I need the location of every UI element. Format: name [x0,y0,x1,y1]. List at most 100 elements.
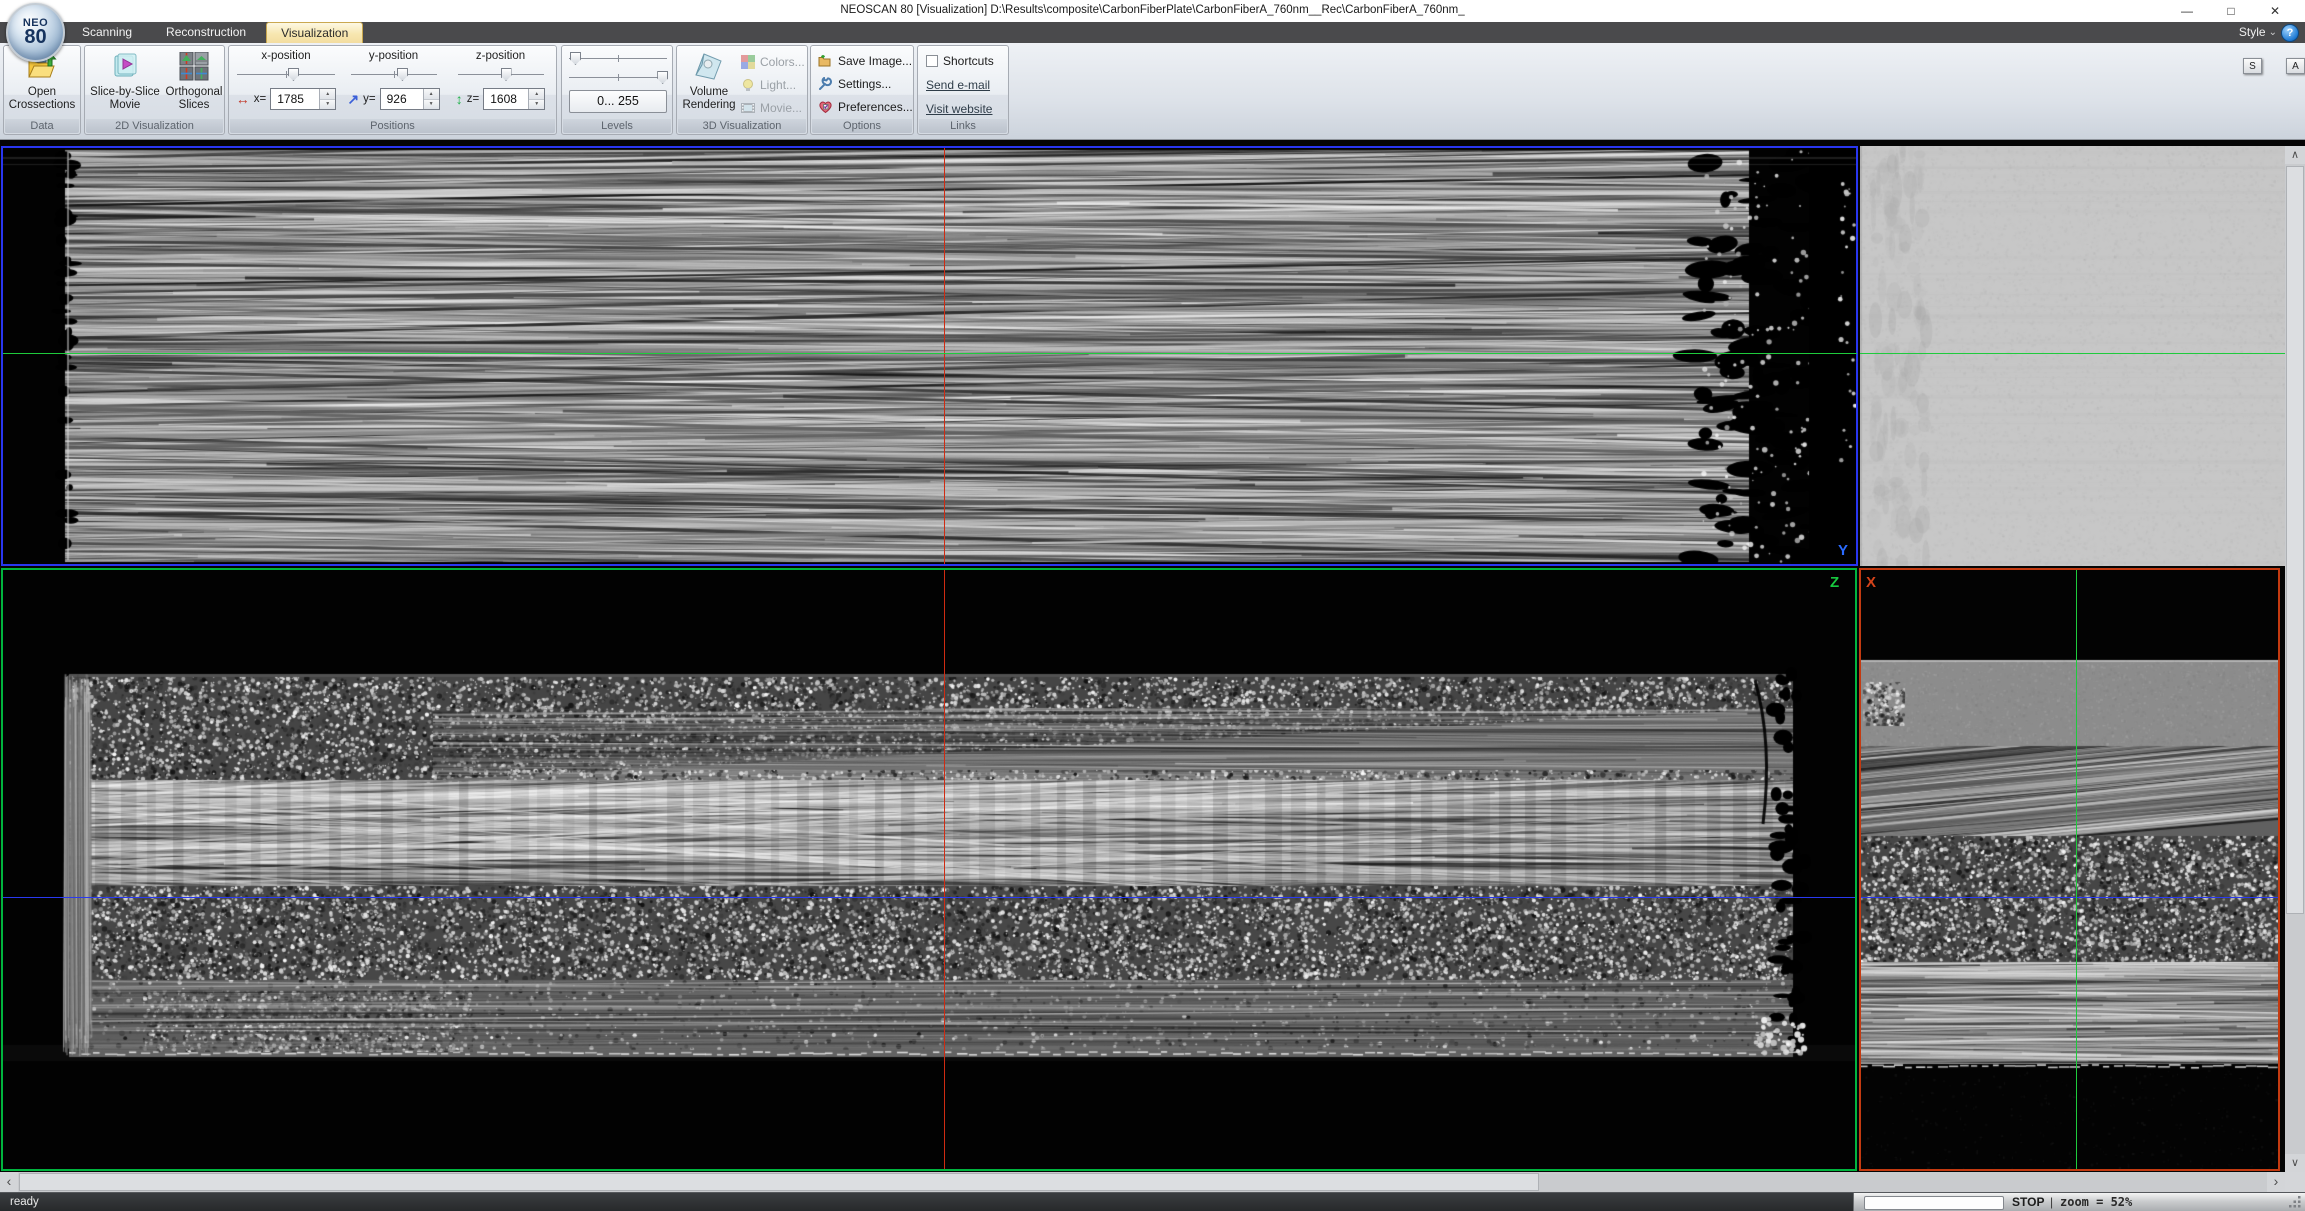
app-logo[interactable]: NEO 80 [6,3,65,62]
x-position-slider[interactable] [237,66,335,82]
horizontal-scrollbar[interactable]: ‹ › [0,1172,2285,1192]
vertical-scroll-thumb[interactable] [2286,166,2304,914]
x-view-canvas[interactable] [1861,570,2278,1169]
group-caption-positions: Positions [230,119,555,133]
tab-scanning[interactable]: Scanning [68,22,146,43]
slice-panel-z [1,568,1857,1171]
x-position-title: x-position [261,50,310,62]
style-menu[interactable]: Style ⌄ [2239,25,2277,39]
status-separator: | [2050,1195,2053,1209]
x-slider-handle[interactable] [288,68,299,81]
horizontal-scroll-thumb[interactable] [19,1173,1539,1191]
ribbon-group-levels: 0... 255 Levels [561,45,673,135]
resize-grip[interactable] [2289,1196,2302,1209]
movie-icon [741,101,755,115]
settings-wrench-icon [818,77,833,91]
logo-text-80: 80 [24,28,46,47]
level-low-slider[interactable] [569,50,667,66]
y-slider-handle[interactable] [397,68,408,81]
x-position-input[interactable]: 1785 ▲ ▼ [270,88,336,110]
shortcuts-toggle[interactable]: Shortcuts [926,51,994,71]
panel-label-y: Y [1838,542,1848,559]
chevron-down-icon: ⌄ [2269,27,2277,38]
save-image-button[interactable]: Save Image... [818,51,913,71]
level-high-handle[interactable] [657,71,668,84]
colors-button[interactable]: Colors... [741,52,805,72]
scroll-down-icon[interactable]: ∨ [2285,1154,2305,1172]
preferences-button[interactable]: Preferences... [818,97,913,117]
visit-website-link[interactable]: Visit website [926,99,994,119]
z-position-value[interactable]: 1608 [484,89,528,109]
group-caption-data: Data [5,119,79,133]
z-position-input[interactable]: 1608 ▲ ▼ [483,88,545,110]
group-caption-options: Options [812,119,912,133]
y-position-input[interactable]: 926 ▲ ▼ [380,88,440,110]
y-view-canvas[interactable] [3,148,1856,564]
status-right-section: STOP | zoom = 52% [1853,1193,2305,1211]
z-position-steppers[interactable]: ▲ ▼ [528,89,544,109]
preferences-icon [818,100,833,114]
group-caption-links: Links [919,119,1007,133]
ribbon-group-positions: x-position ↔ x= 1785 ▲ ▼ [228,45,557,135]
crosshair-z-blue-left[interactable] [3,897,1855,898]
ribbon-group-options: Save Image... Settings... Preferences... [810,45,914,135]
x-position-value[interactable]: 1785 [271,89,319,109]
help-icon[interactable]: ? [2281,24,2299,42]
slice-movie-icon [108,51,142,83]
tab-reconstruction[interactable]: Reconstruction [152,22,260,43]
volume-rendering-button[interactable]: VolumeRendering [679,49,739,117]
scroll-up-icon[interactable]: ∧ [2285,146,2305,164]
crosshair-y-green-aux[interactable] [1860,353,2285,354]
y-position-steppers[interactable]: ▲ ▼ [423,89,439,109]
y-position-value[interactable]: 926 [381,89,423,109]
z-position-title: z-position [476,50,525,62]
scroll-right-icon[interactable]: › [2267,1172,2285,1192]
scroll-left-icon[interactable]: ‹ [0,1172,18,1192]
close-button[interactable]: ✕ [2253,0,2297,22]
orthogonal-slices-button[interactable]: OrthogonalSlices [163,49,225,117]
crosshair-g-green-vertical[interactable] [2076,570,2077,1169]
orthogonal-slices-icon [177,51,211,83]
y-axis-icon: ↗ [347,92,359,106]
group-caption-levels: Levels [563,119,671,133]
stop-button[interactable]: STOP [2012,1195,2044,1209]
y-position-slider[interactable] [351,66,437,82]
y-spin-down-icon: ▼ [424,99,439,110]
movie-button[interactable]: Movie... [741,98,805,118]
tab-visualization[interactable]: Visualization [266,22,363,43]
crosshair-y-green-top[interactable] [3,353,1857,354]
slice-panel-x [1859,568,2280,1171]
panel-label-x: X [1866,574,1876,591]
title-bar: NEOSCAN 80 [Visualization] D:\Results\co… [0,0,2305,23]
shortcuts-checkbox[interactable] [926,55,938,67]
crosshair-x-red-top[interactable] [944,148,945,564]
send-email-link[interactable]: Send e-mail [926,75,994,95]
light-button[interactable]: Light... [741,75,805,95]
aux-view-canvas[interactable] [1860,146,2285,566]
level-high-slider[interactable] [569,69,667,85]
minimize-button[interactable]: — [2165,0,2209,22]
aux-panel-top-right [1860,146,2285,566]
ribbon-group-2d-visualization: Slice-by-SliceMovie [84,45,225,135]
crosshair-x-red-bottom[interactable] [944,570,945,1169]
settings-button[interactable]: Settings... [818,74,913,94]
z-slider-handle[interactable] [501,68,512,81]
x-position-steppers[interactable]: ▲ ▼ [319,89,335,109]
group-caption-2d-visualization: 2D Visualization [86,119,223,133]
z-view-canvas[interactable] [3,570,1855,1169]
status-bar: ready STOP | zoom = 52% [0,1192,2305,1211]
level-low-handle[interactable] [570,52,581,65]
z-position-slider[interactable] [458,66,544,82]
volume-rendering-icon [692,51,726,83]
level-range-button[interactable]: 0... 255 [569,90,667,113]
z-position-control: z-position ↕ z= 1608 ▲ ▼ [449,49,552,117]
ribbon-group-links: Shortcuts Send e-mail Visit website Link… [917,45,1009,135]
crosshair-z-blue-right[interactable] [1861,897,2278,898]
slice-by-slice-movie-button[interactable]: Slice-by-SliceMovie [87,49,163,117]
maximize-button[interactable]: □ [2209,0,2253,22]
vertical-scrollbar[interactable]: ∧ ∨ [2285,146,2305,1172]
neoscan-window: NEOSCAN 80 [Visualization] D:\Results\co… [0,0,2305,1211]
x-position-control: x-position ↔ x= 1785 ▲ ▼ [233,49,339,117]
y-position-title: y-position [369,50,418,62]
panel-label-z: Z [1830,574,1839,591]
